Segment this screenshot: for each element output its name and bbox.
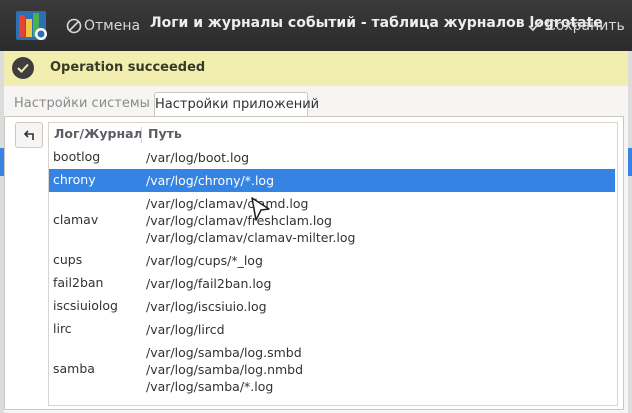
save-button[interactable]: Сохранить (528, 16, 625, 36)
table-row[interactable]: lirc/var/log/lircd (49, 318, 615, 341)
table-row[interactable]: samba/var/log/samba/log.smbd/var/log/sam… (49, 341, 615, 398)
main-content: Настройки системы Настройки приложений Л… (4, 86, 628, 413)
table-row[interactable]: iscsiuiolog/var/log/iscsiuio.log (49, 295, 615, 318)
cell-path: /var/log/cups/*_log (146, 252, 263, 269)
cell-log-name: bootlog (53, 148, 101, 164)
cancel-label: Отмена (84, 18, 141, 34)
cell-path: /var/log/boot.log (146, 149, 249, 166)
back-button[interactable] (15, 122, 43, 148)
table-row[interactable]: bootlog/var/log/boot.log (49, 146, 615, 169)
column-header-log[interactable]: Лог/Журнал (54, 126, 143, 141)
column-header-path[interactable]: Путь (148, 126, 182, 141)
logs-table: Лог/Журнал Путь bootlog/var/log/boot.log… (48, 122, 618, 406)
table-row[interactable]: fail2ban/var/log/fail2ban.log (49, 272, 615, 295)
cell-log-name: samba (53, 360, 95, 376)
checkmark-icon (528, 20, 542, 32)
table-row[interactable]: clamav/var/log/clamav/clamd.log/var/log/… (49, 192, 615, 249)
table-header: Лог/Журнал Путь (49, 123, 617, 145)
cell-path: /var/log/samba/log.smbd/var/log/samba/lo… (146, 344, 303, 395)
cell-path-line: /var/log/samba/log.nmbd (146, 362, 304, 377)
cell-path: /var/log/lircd (146, 321, 225, 338)
cell-path-line: /var/log/clamav/clamav-milter.log (146, 230, 356, 245)
column-separator (141, 127, 142, 143)
success-icon (12, 57, 34, 79)
tab-panel: Лог/Журнал Путь bootlog/var/log/boot.log… (4, 116, 624, 410)
tab-application-settings[interactable]: Настройки приложений (154, 92, 319, 117)
cell-log-name: cups (53, 251, 83, 267)
cell-path-line: /var/log/samba/*.log (146, 379, 274, 394)
cancel-button[interactable]: Отмена (66, 16, 140, 36)
info-bar: Operation succeeded (4, 51, 628, 87)
header-bar: Отмена Логи и журналы событий - таблица … (0, 0, 632, 51)
cancel-icon (66, 18, 82, 34)
cell-log-name: chrony (53, 171, 96, 187)
table-row[interactable]: cups/var/log/cups/*_log (49, 249, 615, 272)
table-row[interactable]: chrony/var/log/chrony/*.log (49, 169, 615, 192)
cell-path: /var/log/iscsiuio.log (146, 298, 267, 315)
app-icon (16, 11, 47, 40)
cell-path-line: /var/log/chrony/*.log (146, 173, 275, 188)
cell-path-line: /var/log/boot.log (146, 150, 250, 165)
cell-path-line: /var/log/lircd (146, 322, 225, 337)
cell-log-name: fail2ban (53, 274, 104, 290)
cell-log-name: lirc (53, 320, 72, 336)
save-label: Сохранить (546, 18, 625, 34)
cell-path: /var/log/chrony/*.log (146, 172, 274, 189)
cell-path-line: /var/log/fail2ban.log (146, 276, 272, 291)
back-arrow-icon (23, 130, 34, 140)
mouse-cursor-icon (251, 197, 270, 221)
tab-system-settings[interactable]: Настройки системы (14, 92, 150, 116)
cell-path-line: /var/log/cups/*_log (146, 253, 263, 268)
cell-log-name: clamav (53, 211, 99, 227)
cell-path-line: /var/log/samba/log.smbd (146, 345, 302, 360)
info-message: Operation succeeded (50, 60, 206, 75)
cell-path-line: /var/log/iscsiuio.log (146, 299, 267, 314)
cell-path: /var/log/fail2ban.log (146, 275, 271, 292)
cell-log-name: iscsiuiolog (53, 297, 118, 313)
